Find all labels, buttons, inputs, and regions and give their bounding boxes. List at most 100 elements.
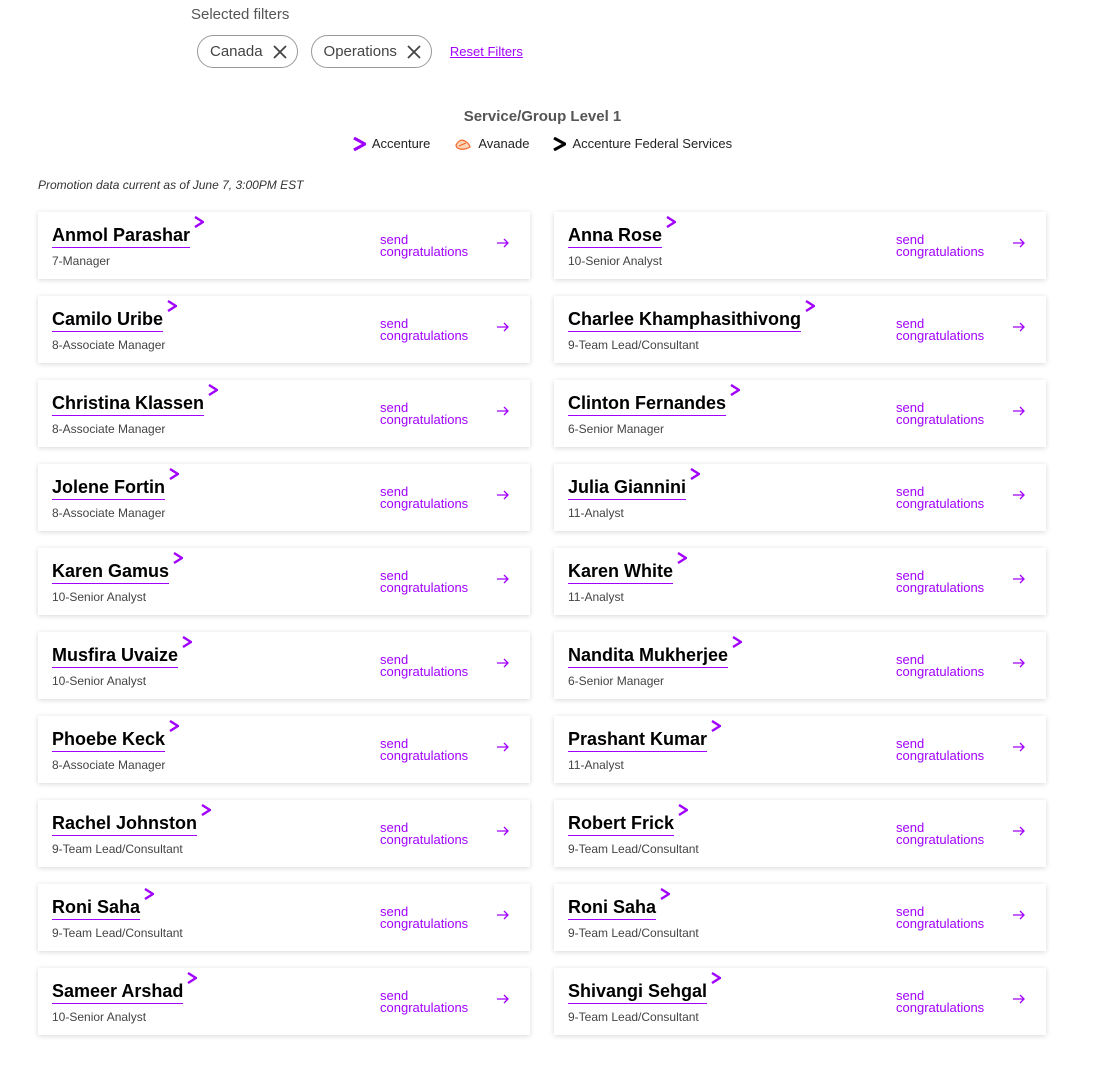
accenture-chevron-icon: [666, 216, 677, 228]
arrow-right-icon: [1013, 910, 1025, 920]
career-level: 8-Associate Manager: [52, 422, 166, 436]
person-card: Julia Giannini 11-Analyst send congratul…: [554, 464, 1046, 531]
send-congratulations-link[interactable]: send congratulations: [380, 233, 520, 258]
person-name: Roni Saha: [568, 897, 657, 917]
person-card: Camilo Uribe 8-Associate Manager send co…: [38, 296, 530, 363]
send-congratulations-link[interactable]: send congratulations: [380, 821, 520, 846]
send-congratulations-link[interactable]: send congratulations: [896, 569, 1036, 594]
person-name-link[interactable]: Nandita Mukherjee: [568, 636, 743, 668]
legend-label: Accenture: [371, 136, 431, 151]
selected-filters-label: Selected filters: [191, 6, 290, 23]
person-name-link[interactable]: Julia Giannini: [568, 468, 701, 500]
person-name-link[interactable]: Prashant Kumar: [568, 720, 722, 752]
arrow-right-icon: [1013, 994, 1025, 1004]
send-congratulations-link[interactable]: send congratulations: [896, 737, 1036, 762]
send-congratulations-link[interactable]: send congratulations: [896, 401, 1036, 426]
arrow-right-icon: [497, 658, 509, 668]
person-card: Anna Rose 10-Senior Analyst send congrat…: [554, 212, 1046, 279]
person-name-link[interactable]: Clinton Fernandes: [568, 384, 741, 416]
send-congratulations-link[interactable]: send congratulations: [380, 905, 520, 930]
accenture-chevron-icon: [169, 468, 180, 480]
person-name: Musfira Uvaize: [52, 645, 179, 665]
career-level: 10-Senior Analyst: [568, 254, 663, 268]
person-name-link[interactable]: Anmol Parashar: [52, 216, 205, 248]
person-name-link[interactable]: Karen White: [568, 552, 688, 584]
person-name-link[interactable]: Karen Gamus: [52, 552, 184, 584]
accenture-chevron-icon: [201, 804, 212, 816]
arrow-right-icon: [497, 238, 509, 248]
filter-chip-label: Operations: [323, 43, 397, 60]
send-congratulations-link[interactable]: send congratulations: [896, 233, 1036, 258]
arrow-right-icon: [497, 742, 509, 752]
avanade-icon: [455, 139, 472, 150]
send-congratulations-link[interactable]: send congratulations: [896, 989, 1036, 1014]
accenture-chevron-icon: [144, 888, 155, 900]
career-level: 9-Team Lead/Consultant: [52, 842, 183, 856]
send-congratulations-link[interactable]: send congratulations: [380, 653, 520, 678]
accenture-chevron-icon: [711, 720, 722, 732]
person-name: Nandita Mukherjee: [568, 645, 729, 665]
send-congratulations-link[interactable]: send congratulations: [380, 569, 520, 594]
person-name: Charlee Khamphasithivong: [568, 309, 802, 329]
person-name: Prashant Kumar: [568, 729, 708, 749]
accenture-chevron-icon: [167, 300, 178, 312]
career-level: 9-Team Lead/Consultant: [568, 926, 699, 940]
person-name: Julia Giannini: [568, 477, 687, 497]
legend-item-accenture: Accenture: [353, 136, 431, 151]
accenture-chevron-icon: [732, 636, 743, 648]
person-name: Karen White: [568, 561, 674, 581]
person-card: Charlee Khamphasithivong 9-Team Lead/Con…: [554, 296, 1046, 363]
career-level: 11-Analyst: [568, 590, 624, 604]
filter-chip-canada[interactable]: Canada: [197, 35, 298, 68]
arrow-right-icon: [497, 406, 509, 416]
send-congratulations-link[interactable]: send congratulations: [380, 989, 520, 1014]
send-congratulations-link[interactable]: send congratulations: [896, 905, 1036, 930]
arrow-right-icon: [1013, 742, 1025, 752]
person-card: Anmol Parashar 7-Manager send congratula…: [38, 212, 530, 279]
send-congratulations-link[interactable]: send congratulations: [380, 485, 520, 510]
reset-filters-link[interactable]: Reset Filters: [450, 44, 523, 59]
accenture-chevron-icon: [677, 552, 688, 564]
arrow-right-icon: [497, 910, 509, 920]
send-congratulations-link[interactable]: send congratulations: [896, 653, 1036, 678]
career-level: 8-Associate Manager: [52, 506, 166, 520]
accenture-chevron-icon: [182, 636, 193, 648]
person-name-link[interactable]: Charlee Khamphasithivong: [568, 300, 816, 332]
person-name-link[interactable]: Roni Saha: [52, 888, 155, 920]
person-name-link[interactable]: Camilo Uribe: [52, 300, 178, 332]
accenture-chevron-icon: [208, 384, 219, 396]
arrow-right-icon: [1013, 574, 1025, 584]
accenture-chevron-icon: [173, 552, 184, 564]
afs-chevron-icon: [553, 136, 567, 151]
close-icon[interactable]: [407, 44, 421, 59]
career-level: 10-Senior Analyst: [52, 1010, 147, 1024]
person-name-link[interactable]: Anna Rose: [568, 216, 677, 248]
send-congratulations-link[interactable]: send congratulations: [896, 317, 1036, 342]
legend-item-afs: Accenture Federal Services: [553, 136, 732, 151]
person-name-link[interactable]: Jolene Fortin: [52, 468, 180, 500]
person-name-link[interactable]: Robert Frick: [568, 804, 689, 836]
person-name-link[interactable]: Musfira Uvaize: [52, 636, 193, 668]
filter-chip-operations[interactable]: Operations: [310, 35, 432, 68]
person-name: Phoebe Keck: [52, 729, 166, 749]
person-name-link[interactable]: Phoebe Keck: [52, 720, 180, 752]
person-name-link[interactable]: Rachel Johnston: [52, 804, 212, 836]
send-congratulations-link[interactable]: send congratulations: [380, 401, 520, 426]
person-card: Jolene Fortin 8-Associate Manager send c…: [38, 464, 530, 531]
person-name-link[interactable]: Roni Saha: [568, 888, 671, 920]
career-level: 11-Analyst: [568, 506, 624, 520]
person-name-link[interactable]: Sameer Arshad: [52, 972, 198, 1004]
accenture-chevron-icon: [730, 384, 741, 396]
person-name-link[interactable]: Shivangi Sehgal: [568, 972, 722, 1004]
send-congratulations-link[interactable]: send congratulations: [380, 737, 520, 762]
send-congratulations-link[interactable]: send congratulations: [896, 821, 1036, 846]
send-congratulations-link[interactable]: send congratulations: [380, 317, 520, 342]
person-name-link[interactable]: Christina Klassen: [52, 384, 219, 416]
close-icon[interactable]: [272, 44, 287, 59]
career-level: 9-Team Lead/Consultant: [568, 842, 699, 856]
legend: Accenture Avanade Accenture Federal Serv…: [0, 136, 1085, 151]
send-congratulations-link[interactable]: send congratulations: [896, 485, 1036, 510]
filter-chips: Canada Operations Reset Filters: [197, 35, 523, 68]
person-card: Musfira Uvaize 10-Senior Analyst send co…: [38, 632, 530, 699]
career-level: 6-Senior Manager: [568, 674, 665, 688]
